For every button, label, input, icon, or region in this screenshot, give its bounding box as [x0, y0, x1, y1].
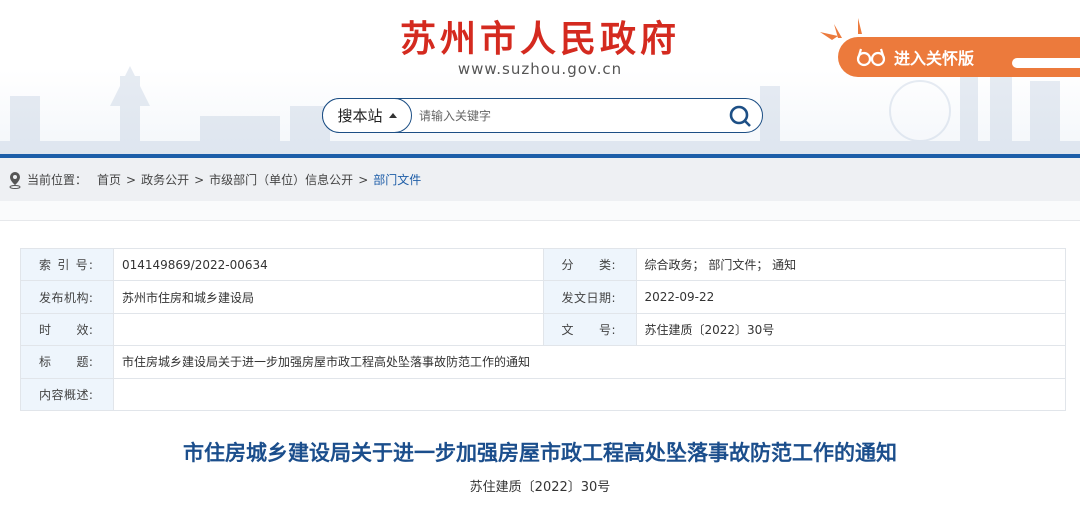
- table-row: 内容概述:: [20, 377, 1067, 411]
- index-label: 索 引 号:: [20, 247, 114, 282]
- validity-value: [112, 312, 544, 347]
- summary-label: 内容概述:: [20, 377, 114, 411]
- care-bar-decoration: [1012, 58, 1080, 68]
- breadcrumb-separator: >: [194, 172, 205, 187]
- index-value: 014149869/2022-00634: [112, 247, 544, 282]
- table-row: 发布机构: 苏州市住房和城乡建设局 发文日期: 2022-09-22: [20, 280, 1066, 314]
- docno-label: 文 号:: [542, 312, 637, 347]
- article-doc-number: 苏住建质〔2022〕30号: [469, 480, 611, 495]
- breadcrumb: 当前位置： 首页 > 政务公开 > 市级部门（单位）信息公开 > 部门文件: [0, 158, 1080, 201]
- summary-value: [112, 377, 1067, 411]
- search-scope-label: 搜本站: [337, 107, 383, 125]
- title-label: 标 题:: [20, 345, 114, 379]
- glasses-icon: [856, 48, 886, 67]
- publisher-label: 发布机构:: [20, 280, 114, 314]
- spacer: [0, 201, 1080, 221]
- validity-label: 时 效:: [20, 312, 114, 347]
- care-mode-button[interactable]: 进入关怀版: [838, 37, 1080, 77]
- site-header: 苏州市人民政府 www.suzhou.gov.cn 进入关怀版 搜本站: [0, 0, 1080, 156]
- article-title: 市住房城乡建设局关于进一步加强房屋市政工程高处坠落事故防范工作的通知: [183, 441, 897, 465]
- care-mode-label: 进入关怀版: [894, 49, 975, 68]
- table-row: 索 引 号: 014149869/2022-00634 分 类: 综合政务； 部…: [20, 247, 1066, 282]
- category-label: 分 类:: [542, 247, 637, 282]
- date-value: 2022-09-22: [635, 280, 1066, 314]
- search-bar: 搜本站: [322, 98, 763, 133]
- location-pin-icon: [9, 171, 21, 189]
- title-value: 市住房城乡建设局关于进一步加强房屋市政工程高处坠落事故防范工作的通知: [112, 345, 1067, 379]
- caret-up-icon: [388, 113, 397, 118]
- category-value: 综合政务； 部门文件； 通知: [635, 247, 1066, 282]
- table-row: 标 题: 市住房城乡建设局关于进一步加强房屋市政工程高处坠落事故防范工作的通知: [20, 345, 1067, 379]
- breadcrumb-gov-affairs[interactable]: 政务公开: [141, 171, 189, 188]
- search-icon[interactable]: [728, 104, 752, 128]
- breadcrumb-separator: >: [126, 172, 137, 187]
- search-scope-dropdown[interactable]: 搜本站: [322, 98, 412, 133]
- publisher-value: 苏州市住房和城乡建设局: [112, 280, 544, 314]
- document-meta-table: 索 引 号: 014149869/2022-00634 分 类: 综合政务； 部…: [20, 247, 1067, 411]
- breadcrumb-label: 当前位置：: [27, 173, 88, 187]
- docno-value: 苏住建质〔2022〕30号: [635, 312, 1066, 347]
- search-input[interactable]: [419, 107, 719, 125]
- date-label: 发文日期:: [542, 280, 637, 314]
- breadcrumb-dept-files[interactable]: 部门文件: [373, 171, 421, 188]
- breadcrumb-home[interactable]: 首页: [97, 171, 121, 188]
- breadcrumb-dept-info[interactable]: 市级部门（单位）信息公开: [209, 171, 353, 188]
- breadcrumb-separator: >: [358, 172, 369, 187]
- table-row: 时 效: 文 号: 苏住建质〔2022〕30号: [20, 312, 1066, 347]
